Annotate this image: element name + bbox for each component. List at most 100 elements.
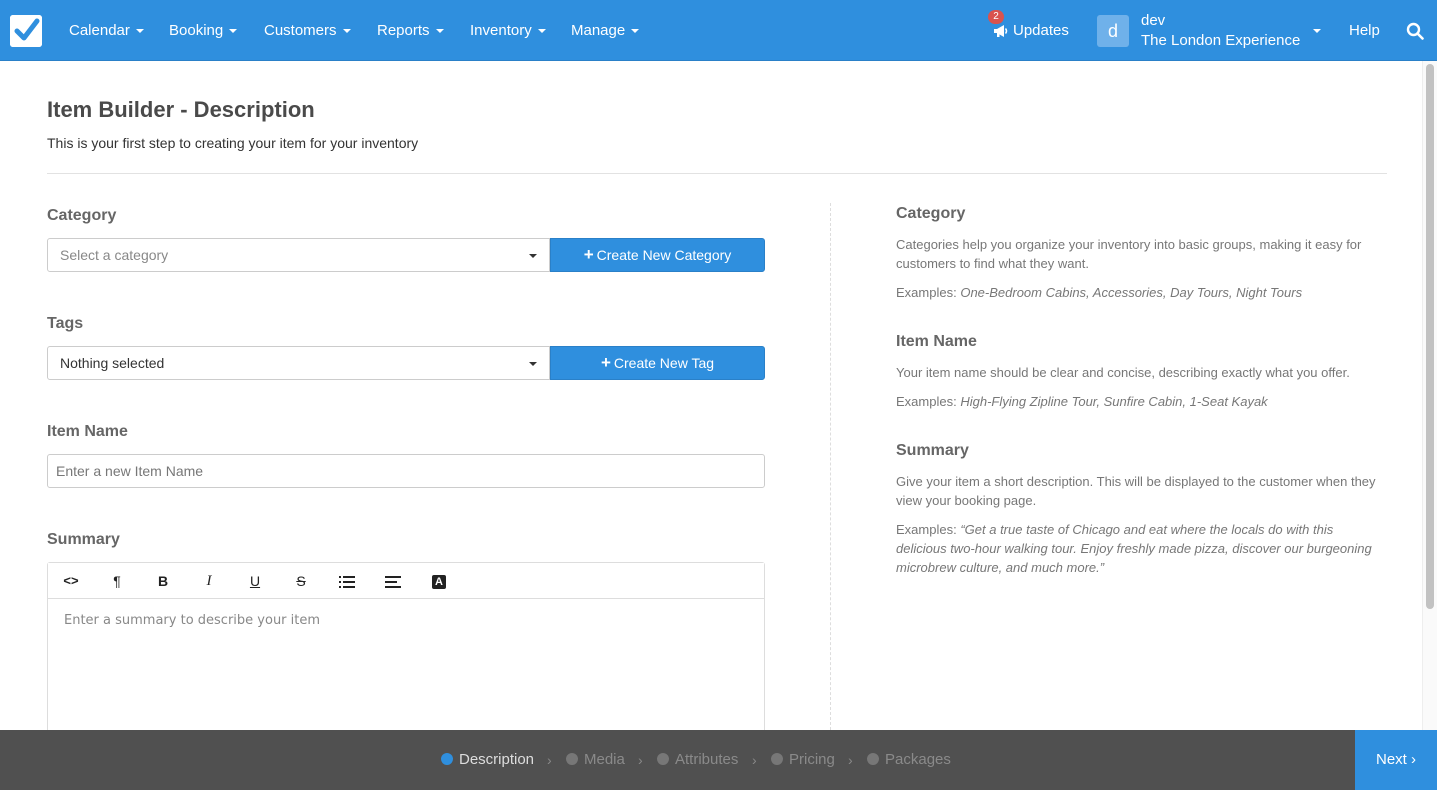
- step-dot-icon: [771, 753, 783, 765]
- page-title: Item Builder - Description: [47, 97, 315, 122]
- category-label: Category: [47, 207, 117, 224]
- create-tag-label: Create New Tag: [613, 355, 715, 371]
- examples-text: One-Bedroom Cabins, Accessories, Day Tou…: [960, 285, 1303, 300]
- updates-button[interactable]: 2 Updates: [988, 0, 1069, 61]
- help-summary-examples: Examples: “Get a true taste of Chicago a…: [896, 520, 1386, 577]
- step-packages[interactable]: Packages: [867, 730, 951, 790]
- page-subtitle: This is your first step to creating your…: [47, 135, 419, 151]
- help-category-text: Categories help you organize your invent…: [896, 237, 1362, 271]
- summary-editor[interactable]: <> ¶ B I U S A Enter a summary to descri…: [47, 562, 765, 752]
- caret-down-icon: [229, 29, 238, 34]
- nav-customers-label: Customers: [264, 22, 337, 39]
- chevron-right-icon: ›: [752, 752, 757, 768]
- paragraph-icon[interactable]: ¶: [102, 563, 132, 599]
- caret-down-icon: [529, 362, 537, 366]
- create-category-button[interactable]: + Create New Category: [550, 238, 765, 272]
- step-media[interactable]: Media: [566, 730, 625, 790]
- tags-label: Tags: [47, 315, 84, 332]
- chevron-right-icon: ›: [638, 752, 643, 768]
- item-name-input[interactable]: Enter a new Item Name: [47, 454, 765, 488]
- code-view-icon[interactable]: <>: [56, 563, 86, 599]
- help-category-examples: Examples: One-Bedroom Cabins, Accessorie…: [896, 283, 1386, 302]
- step-label: Media: [584, 751, 625, 768]
- caret-down-icon: [342, 29, 351, 34]
- help-link[interactable]: Help: [1349, 0, 1380, 61]
- step-dot-icon: [657, 753, 669, 765]
- summary-placeholder: Enter a summary to describe your item: [64, 613, 321, 628]
- nav-inventory-label: Inventory: [470, 22, 532, 39]
- nav-reports[interactable]: Reports: [377, 0, 444, 61]
- chevron-right-icon: ›: [848, 752, 853, 768]
- strikethrough-icon[interactable]: S: [286, 563, 316, 599]
- nav-booking[interactable]: Booking: [169, 0, 238, 61]
- nav-manage-label: Manage: [571, 22, 626, 39]
- summary-label: Summary: [47, 531, 120, 548]
- step-label: Attributes: [675, 751, 739, 768]
- caret-down-icon: [435, 29, 444, 34]
- step-dot-icon: [566, 753, 578, 765]
- nav-customers[interactable]: Customers: [264, 0, 351, 61]
- font-color-glyph: A: [432, 575, 446, 590]
- examples-text: “Get a true taste of Chicago and eat whe…: [896, 522, 1372, 575]
- item-name-label: Item Name: [47, 423, 128, 440]
- help-summary-text: Give your item a short description. This…: [896, 474, 1376, 508]
- editor-toolbar: <> ¶ B I U S A: [48, 563, 764, 599]
- user-name[interactable]: dev: [1141, 12, 1165, 29]
- align-icon[interactable]: [378, 563, 408, 599]
- nav-calendar-label: Calendar: [69, 22, 130, 39]
- nav-calendar[interactable]: Calendar: [69, 0, 144, 61]
- top-navbar: Calendar Booking Customers Reports Inven…: [0, 0, 1437, 61]
- step-description[interactable]: Description: [441, 730, 534, 790]
- nav-reports-label: Reports: [377, 22, 430, 39]
- step-dot-icon: [441, 753, 453, 765]
- page-scrollbar[interactable]: [1422, 61, 1437, 730]
- step-pricing[interactable]: Pricing: [771, 730, 835, 790]
- caret-down-icon: [529, 254, 537, 258]
- tags-select-value: Nothing selected: [60, 355, 165, 371]
- examples-prefix: Examples:: [896, 285, 957, 300]
- next-label: Next: [1375, 751, 1407, 768]
- bold-icon[interactable]: B: [148, 563, 178, 599]
- step-label: Pricing: [789, 751, 835, 768]
- help-item-name-title: Item Name: [896, 333, 977, 350]
- updates-label: Updates: [1013, 22, 1069, 39]
- chevron-right-icon: ›: [1411, 751, 1416, 768]
- tags-select[interactable]: Nothing selected: [47, 346, 550, 380]
- category-select-value: Select a category: [60, 247, 169, 263]
- examples-prefix: Examples:: [896, 394, 957, 409]
- step-label: Packages: [885, 751, 951, 768]
- chevron-right-icon: ›: [547, 752, 552, 768]
- font-color-icon[interactable]: A: [424, 563, 454, 599]
- avatar[interactable]: d: [1097, 15, 1129, 47]
- user-company[interactable]: The London Experience: [1141, 32, 1306, 49]
- caret-down-icon: [537, 29, 546, 34]
- step-label: Description: [459, 751, 535, 768]
- caret-down-icon: [135, 29, 144, 34]
- list-icon[interactable]: [332, 563, 362, 599]
- underline-icon[interactable]: U: [240, 563, 270, 599]
- nav-inventory[interactable]: Inventory: [470, 0, 546, 61]
- next-button[interactable]: Next ›: [1355, 730, 1437, 790]
- plus-icon: +: [600, 353, 611, 372]
- scrollbar-thumb[interactable]: [1426, 64, 1434, 609]
- app-logo-icon[interactable]: [10, 15, 42, 47]
- caret-down-icon[interactable]: [1313, 29, 1321, 33]
- divider: [47, 173, 1387, 174]
- examples-prefix: Examples:: [896, 522, 957, 537]
- step-dot-icon: [867, 753, 879, 765]
- search-icon[interactable]: [1406, 22, 1424, 40]
- help-category-title: Category: [896, 205, 966, 222]
- caret-down-icon: [631, 29, 640, 34]
- megaphone-icon: [994, 25, 1008, 38]
- nav-manage[interactable]: Manage: [571, 0, 640, 61]
- updates-count-badge: 2: [988, 10, 1004, 24]
- wizard-step-bar: Description › Media › Attributes › Prici…: [0, 730, 1437, 790]
- italic-icon[interactable]: I: [194, 563, 224, 599]
- create-tag-button[interactable]: + Create New Tag: [550, 346, 765, 380]
- examples-text: High-Flying Zipline Tour, Sunfire Cabin,…: [960, 394, 1268, 409]
- plus-icon: +: [583, 245, 594, 264]
- help-item-name-examples: Examples: High-Flying Zipline Tour, Sunf…: [896, 392, 1386, 411]
- category-select[interactable]: Select a category: [47, 238, 550, 272]
- step-attributes[interactable]: Attributes: [657, 730, 738, 790]
- nav-booking-label: Booking: [169, 22, 224, 39]
